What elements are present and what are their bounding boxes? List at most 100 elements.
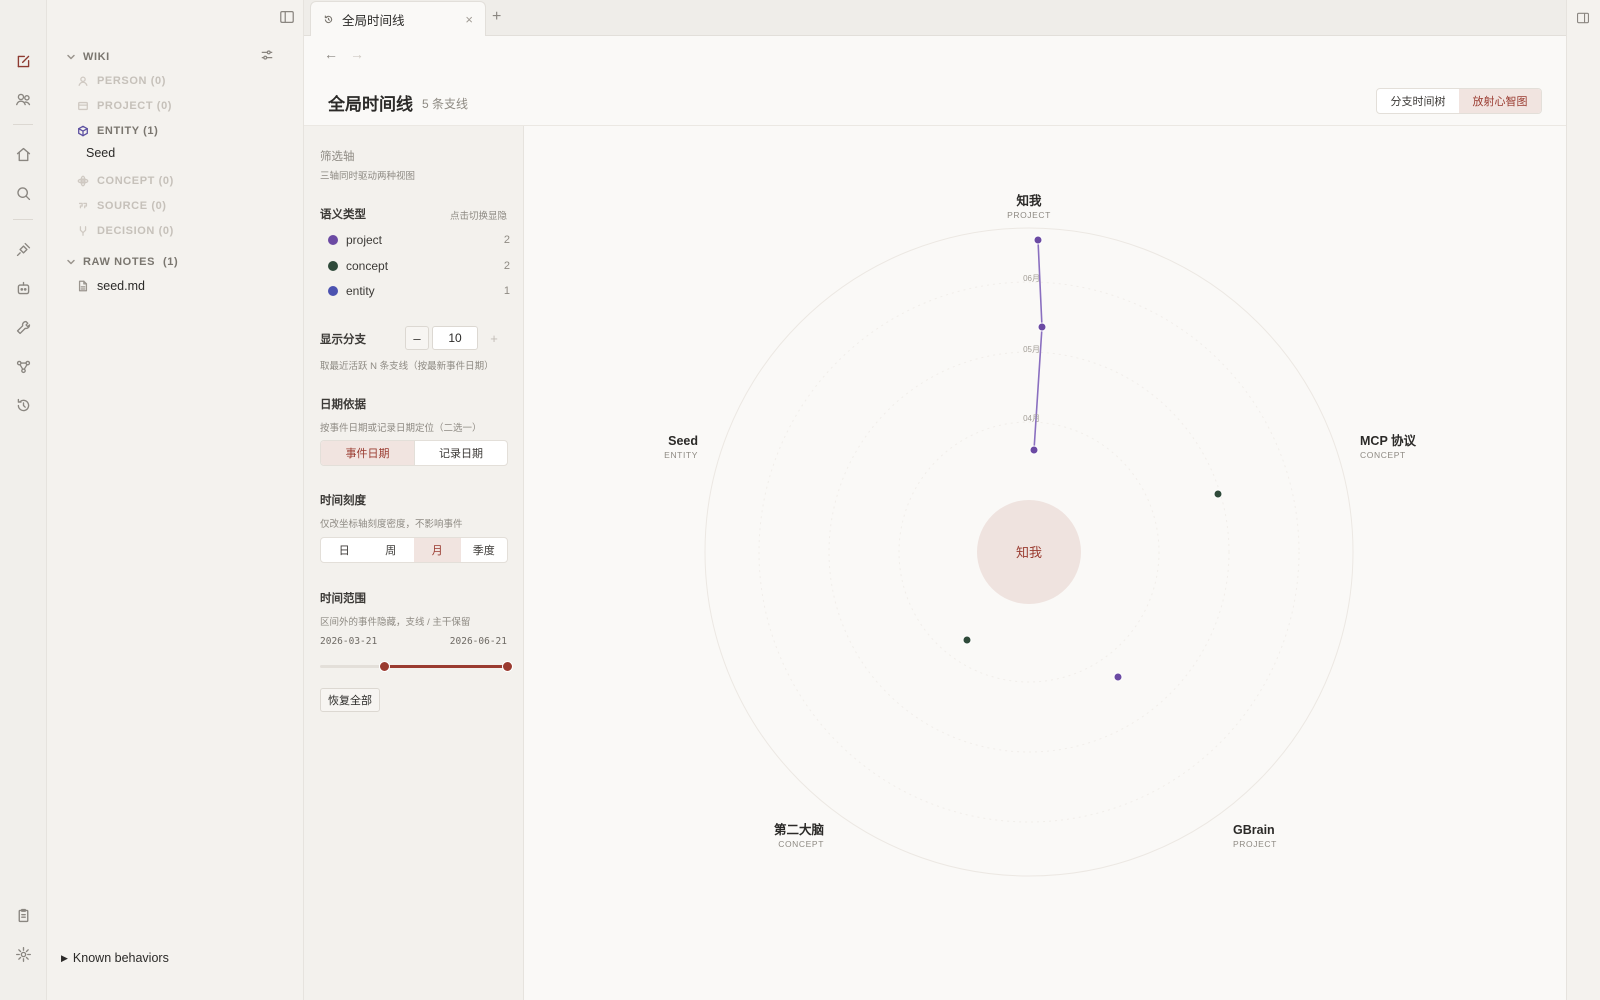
category-project[interactable]: PROJECT (0) (77, 95, 303, 117)
branch-label-second-brain[interactable]: 第二大脑 CONCEPT (774, 822, 825, 849)
view-switcher: 分支时间树 放射心智图 (1376, 88, 1542, 114)
tab-global-timeline[interactable]: 全局时间线 × (310, 1, 486, 37)
branch-label-mcp[interactable]: MCP 协议 CONCEPT (1360, 433, 1417, 460)
branch-count: 5 条支线 (422, 97, 469, 111)
filter-axis-subtitle: 三轴同时驱动两种视图 (320, 171, 416, 182)
history-icon[interactable] (12, 394, 34, 416)
scale-quarter[interactable]: 季度 (461, 538, 508, 562)
chevron-down-icon (67, 259, 75, 265)
semantic-type-title: 语义类型 (320, 209, 366, 221)
category-decision[interactable]: DECISION (0) (77, 220, 303, 242)
tab-radial-mindmap[interactable]: 放射心智图 (1459, 89, 1541, 113)
event-dot-zhiwo-1[interactable] (1033, 235, 1043, 245)
edit-icon[interactable] (12, 50, 34, 72)
date-basis-toggle: 事件日期 记录日期 (320, 440, 508, 466)
timeline-view: ← → 全局时间线 5 条支线 分支时间树 放射心智图 筛选轴 三轴同时驱动两种… (304, 36, 1566, 1000)
close-tab-icon[interactable]: × (465, 12, 473, 27)
right-sidebar-toggle-icon[interactable] (1576, 11, 1590, 30)
wiki-label: WIKI (83, 51, 110, 63)
svg-text:CONCEPT: CONCEPT (778, 839, 824, 849)
type-filter-concept[interactable]: concept 2 (328, 257, 510, 275)
view-header: 全局时间线 5 条支线 分支时间树 放射心智图 (304, 82, 1566, 126)
settings-gear-icon[interactable] (12, 943, 34, 965)
scale-month[interactable]: 月 (414, 538, 461, 562)
time-range-title: 时间范围 (320, 593, 366, 605)
triangle-right-icon: ▶ (61, 952, 68, 963)
clipboard-icon[interactable] (12, 904, 34, 926)
branch-limit-input[interactable]: 10 (432, 326, 478, 350)
time-range-slider[interactable] (320, 661, 513, 672)
range-end-handle[interactable] (502, 661, 513, 672)
page-title: 全局时间线 (328, 95, 413, 114)
filter-sliders-icon[interactable] (260, 48, 276, 64)
time-range-subtitle: 区间外的事件隐藏，支线 / 主干保留 (320, 617, 471, 628)
date-basis-record[interactable]: 记录日期 (414, 441, 507, 465)
branch-icon (79, 226, 87, 236)
branch-label-gbrain[interactable]: GBrain PROJECT (1233, 823, 1277, 849)
folder-icon (78, 101, 88, 111)
quote-icon (78, 202, 88, 209)
reset-all-button[interactable]: 恢复全部 (320, 688, 380, 712)
search-icon[interactable] (12, 182, 34, 204)
raw-notes-section-header[interactable]: RAW NOTES (1) (65, 251, 303, 273)
forward-arrow-icon[interactable]: → (350, 46, 364, 62)
time-scale-toggle: 日 周 月 季度 (320, 537, 508, 563)
branch-label-seed[interactable]: Seed ENTITY (664, 434, 698, 460)
home-icon[interactable] (12, 143, 34, 165)
back-arrow-icon[interactable]: ← (324, 46, 338, 62)
raw-note-seed-md[interactable]: seed.md (77, 275, 303, 297)
tab-branch-tree[interactable]: 分支时间树 (1377, 89, 1459, 113)
branch-limit-title: 显示分支 (320, 334, 366, 346)
time-scale-title: 时间刻度 (320, 495, 366, 507)
raw-notes-label: RAW NOTES (83, 256, 156, 268)
people-icon[interactable] (12, 88, 34, 110)
branch-limit-subtitle: 取最近活跃 N 条支线（按最新事件日期） (320, 361, 494, 372)
graph-icon[interactable] (12, 355, 34, 377)
month-tick-06: 06月 (1023, 274, 1040, 283)
date-basis-subtitle: 按事件日期或记录日期定位（二选一） (320, 423, 482, 434)
entity-color-dot (328, 286, 338, 296)
robot-icon[interactable] (12, 277, 34, 299)
sidebar-toggle-icon[interactable] (279, 9, 297, 27)
date-basis-event[interactable]: 事件日期 (321, 441, 414, 465)
raw-notes-count: (1) (163, 256, 179, 268)
svg-text:PROJECT: PROJECT (1007, 210, 1051, 220)
tab-title: 全局时间线 (342, 14, 405, 28)
category-concept[interactable]: CONCEPT (0) (77, 170, 303, 192)
radial-mindmap-canvas: 知我 知我 PROJECT MCP 协议 CONCEPT GBrain PROJ… (524, 126, 1535, 1000)
event-dot-second-brain[interactable] (962, 635, 972, 645)
chevron-down-icon (67, 54, 75, 60)
semantic-type-hint: 点击切换显隐 (449, 211, 507, 222)
branch-label-zhiwo[interactable]: 知我 PROJECT (1007, 193, 1051, 220)
filter-axis-title: 筛选轴 (320, 151, 355, 163)
category-person[interactable]: PERSON (0) (77, 70, 303, 92)
type-filter-project[interactable]: project 2 (328, 231, 510, 249)
branch-increment-button[interactable]: + (482, 326, 506, 350)
category-source[interactable]: SOURCE (0) (77, 195, 303, 217)
category-entity[interactable]: ENTITY (1) (77, 120, 303, 142)
center-node-label: 知我 (1016, 545, 1042, 560)
type-filter-entity[interactable]: entity 1 (328, 282, 510, 300)
svg-text:ENTITY: ENTITY (664, 450, 698, 460)
event-dot-zhiwo-3[interactable] (1029, 445, 1039, 455)
range-start-date: 2026-03-21 (320, 636, 378, 647)
known-behaviors-toggle[interactable]: ▶ Known behaviors (61, 947, 303, 969)
range-end-date: 2026-06-21 (449, 636, 507, 647)
file-icon (78, 280, 88, 292)
scale-week[interactable]: 周 (368, 538, 415, 562)
time-scale-subtitle: 仅改坐标轴刻度密度，不影响事件 (320, 519, 463, 530)
new-tab-plus-icon[interactable]: + (492, 8, 501, 26)
range-start-handle[interactable] (378, 661, 390, 672)
left-ribbon (0, 0, 47, 1000)
plug-icon[interactable] (12, 238, 34, 260)
radial-mindmap-svg: 知我 知我 PROJECT MCP 协议 CONCEPT GBrain PROJ… (664, 193, 1417, 877)
person-icon (78, 76, 88, 86)
event-dot-zhiwo-2[interactable] (1037, 322, 1047, 332)
scale-day[interactable]: 日 (321, 538, 368, 562)
event-dot-gbrain[interactable] (1113, 672, 1123, 682)
wrench-icon[interactable] (12, 316, 34, 338)
svg-text:知我: 知我 (1015, 193, 1042, 208)
branch-decrement-button[interactable]: – (405, 326, 429, 350)
entity-item-seed[interactable]: Seed (86, 142, 303, 164)
event-dot-mcp[interactable] (1213, 489, 1223, 499)
